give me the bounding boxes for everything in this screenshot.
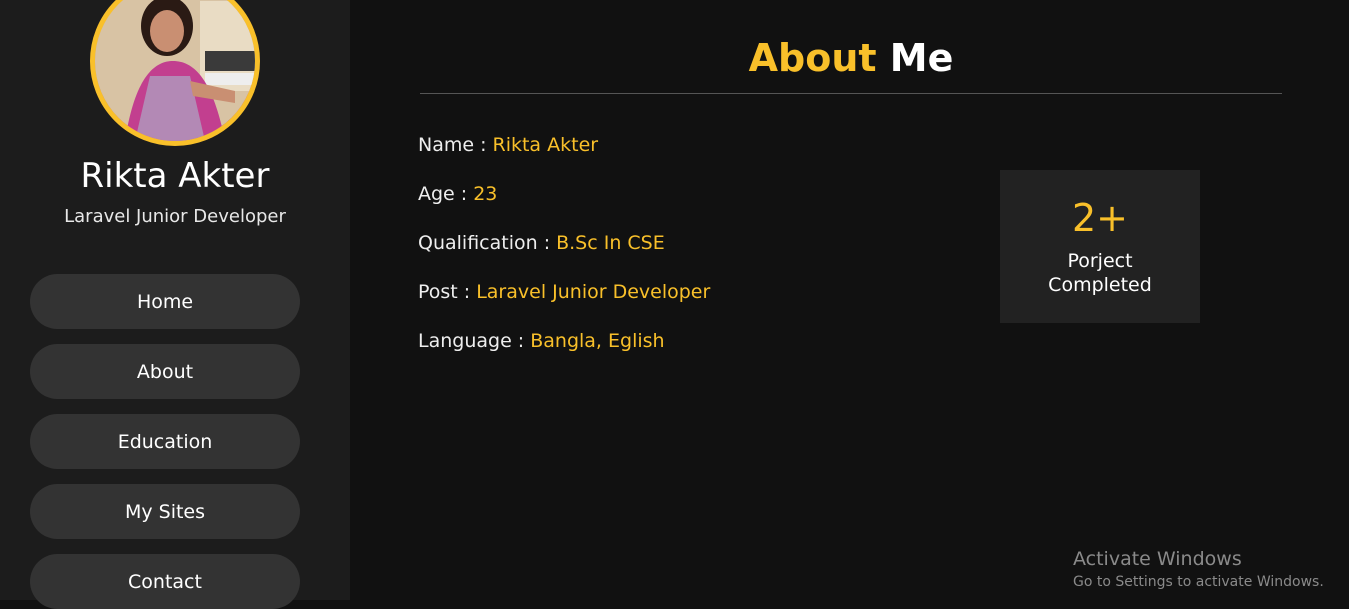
info-value: Laravel Junior Developer	[476, 281, 711, 303]
profile-name: Rikta Akter	[80, 156, 270, 196]
stat-label-line1: Porject	[1067, 250, 1133, 272]
info-row-language: Language : Bangla, Eglish	[418, 330, 665, 352]
nav-contact-button[interactable]: Contact	[30, 554, 300, 609]
nav-my-sites-button[interactable]: My Sites	[30, 484, 300, 539]
activate-windows-watermark: Activate Windows Go to Settings to activ…	[1073, 548, 1324, 590]
watermark-subtitle: Go to Settings to activate Windows.	[1073, 574, 1324, 590]
info-label: Language :	[418, 330, 525, 352]
profile-role: Laravel Junior Developer	[64, 206, 286, 227]
profile-photo	[95, 0, 255, 141]
nav-education-button[interactable]: Education	[30, 414, 300, 469]
info-label: Qualification :	[418, 232, 551, 254]
page-title-accent: About	[748, 36, 877, 80]
info-row-name: Name : Rikta Akter	[418, 134, 598, 156]
info-value: Bangla, Eglish	[530, 330, 665, 352]
info-label: Age :	[418, 183, 468, 205]
title-divider	[420, 93, 1282, 94]
info-value: 23	[473, 183, 498, 205]
page-title: About Me	[420, 36, 1282, 80]
sidebar: Rikta Akter Laravel Junior Developer Hom…	[0, 0, 350, 609]
stat-value: 2+	[1071, 196, 1129, 240]
info-label: Name :	[418, 134, 487, 156]
info-value: B.Sc In CSE	[556, 232, 665, 254]
profile-avatar	[90, 0, 260, 146]
info-label: Post :	[418, 281, 471, 303]
page-title-rest: Me	[889, 36, 954, 80]
stat-label: Porject Completed	[1000, 249, 1200, 297]
nav-home-button[interactable]: Home	[30, 274, 300, 329]
info-row-qualification: Qualification : B.Sc In CSE	[418, 232, 665, 254]
info-row-post: Post : Laravel Junior Developer	[418, 281, 710, 303]
info-value: Rikta Akter	[492, 134, 599, 156]
projects-stat-card: 2+ Porject Completed	[1000, 170, 1200, 323]
nav-about-button[interactable]: About	[30, 344, 300, 399]
info-row-age: Age :23	[418, 183, 497, 205]
stat-label-line2: Completed	[1048, 274, 1152, 296]
watermark-title: Activate Windows	[1073, 548, 1242, 570]
